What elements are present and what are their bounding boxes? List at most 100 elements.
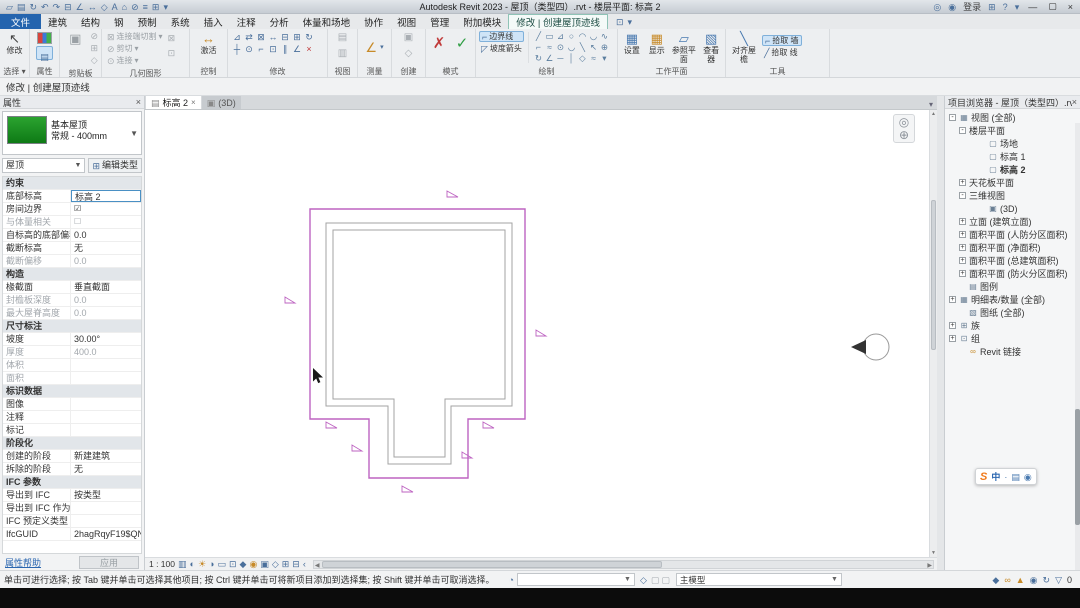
property-row[interactable]: IfcGUID 2hagRqyF19$QNb... <box>3 528 141 541</box>
default-3d-view-icon[interactable]: ⌂ <box>122 2 127 12</box>
split-icon[interactable]: ⊟ <box>279 31 291 43</box>
property-row[interactable]: 体积 <box>3 359 141 372</box>
tree-item[interactable]: ▧ 图纸 (全部) <box>945 306 1080 319</box>
tree-item[interactable]: + ⊡ 组 <box>945 332 1080 345</box>
finish-sketch-icon[interactable]: ✓ <box>452 31 472 57</box>
analytical-model-icon[interactable]: ◇ <box>272 559 279 569</box>
open-file-icon[interactable]: ▱ <box>6 2 13 12</box>
ribbon-tab[interactable]: 修改 | 创建屋顶迹线 <box>508 14 608 29</box>
property-row[interactable]: 约束 <box>3 177 141 190</box>
panel-label-draw[interactable]: 绘制 <box>476 66 617 77</box>
ribbon-state-icon[interactable]: ⊡ <box>616 17 624 27</box>
draw-more-icon[interactable]: ▾ <box>599 53 610 64</box>
ribbon-tab[interactable]: 注释 <box>230 14 263 29</box>
scroll-down-icon[interactable]: ▼ <box>930 550 937 556</box>
panel-label-tools[interactable]: 工具 <box>726 66 829 77</box>
tree-expander[interactable]: + <box>959 257 966 264</box>
hide-isolate-icon[interactable]: ◆ <box>240 559 247 569</box>
property-row[interactable]: 椽截面 垂直截面 <box>3 281 141 294</box>
scroll-left-icon[interactable]: ◀ <box>315 562 320 569</box>
customize-qat-icon[interactable]: ▾ <box>163 2 168 12</box>
design-option-select[interactable]: 主模型▼ <box>676 573 842 586</box>
crop-view-icon[interactable]: ▭ <box>217 559 226 569</box>
sogou-logo-icon[interactable]: S <box>980 471 987 483</box>
scroll-right-icon[interactable]: ▶ <box>927 562 932 569</box>
tree-expander[interactable]: + <box>959 231 966 238</box>
tree-item[interactable]: ▢ 标高 2 <box>945 163 1080 176</box>
measure-tool-icon[interactable]: ∠ <box>365 43 377 53</box>
tree-expander[interactable]: - <box>949 114 956 121</box>
pick-walls-icon[interactable]: ↖ <box>588 42 599 53</box>
cancel-sketch-icon[interactable]: ✗ <box>429 31 449 57</box>
fillet-arc-icon[interactable]: ⌐ <box>533 42 544 53</box>
panel-label-control[interactable]: 控制 <box>190 66 227 77</box>
warning-icon[interactable]: ▲ <box>1016 575 1025 585</box>
tree-expander[interactable]: + <box>949 296 956 303</box>
tree-expander[interactable]: + <box>949 335 956 342</box>
measure-icon[interactable]: ∠ <box>76 2 84 12</box>
ime-keyboard-icon[interactable]: ▤ <box>1011 472 1020 482</box>
extend-icon[interactable]: ↔ <box>267 31 279 43</box>
tag-by-category-icon[interactable]: ◇ <box>101 2 108 12</box>
rectangle-icon[interactable]: ▭ <box>544 31 555 42</box>
property-row[interactable]: 面积 <box>3 372 141 385</box>
panel-label-mode[interactable]: 模式 <box>426 66 475 77</box>
tangent-arc-icon[interactable]: ∿ <box>599 31 610 42</box>
panel-label-select[interactable]: 选择 ▾ <box>0 66 29 77</box>
pick-walls-button[interactable]: ⌐拾取 墙 <box>762 35 802 46</box>
tree-item[interactable]: + 面积平面 (净面积) <box>945 241 1080 254</box>
center-ends-arc-icon[interactable]: ◡ <box>588 31 599 42</box>
save-icon[interactable]: ▤ <box>17 2 26 12</box>
vertical-scrollbar[interactable]: ▲ ▼ <box>929 110 937 557</box>
browser-scrollbar[interactable] <box>1075 123 1080 570</box>
property-row[interactable]: 坡度 30.00° <box>3 333 141 346</box>
circle-icon[interactable]: ○ <box>566 31 577 42</box>
vcb-expand-icon[interactable]: ‹ <box>303 559 306 569</box>
redo-icon[interactable]: ↷ <box>53 2 61 12</box>
activate-dimensions-button[interactable]: ↔ 激活 <box>195 31 223 55</box>
aligned-dimension-icon[interactable]: ↔ <box>88 2 97 12</box>
tree-item[interactable]: ▢ 场地 <box>945 137 1080 150</box>
worksharing-icon[interactable]: ◆ <box>992 575 999 585</box>
tree-item[interactable]: + 面积平面 (防火分区面积) <box>945 267 1080 280</box>
property-row[interactable]: 与体量相关 ☐ <box>3 216 141 229</box>
view-tab-active[interactable]: ▤ 标高 2 × <box>146 96 201 109</box>
property-row[interactable]: 创建的阶段 新建建筑 <box>3 450 141 463</box>
worksharing-display-icon[interactable]: ▢ <box>651 575 660 585</box>
property-row[interactable]: IFC 参数 <box>3 476 141 489</box>
boundary-line-button[interactable]: ⌐边界线 <box>479 31 524 42</box>
scale-icon[interactable]: ⊡ <box>267 43 279 55</box>
show-workplane-button[interactable]: ▦ 显示 <box>646 31 668 55</box>
property-row[interactable]: IFC 预定义类型 <box>3 515 141 528</box>
constraints-icon[interactable]: ⊟ <box>292 559 300 569</box>
tree-item[interactable]: + 天花板平面 <box>945 176 1080 189</box>
workset-select[interactable]: ▼ <box>517 573 635 586</box>
view-tab-3d[interactable]: ▣ (3D) <box>202 96 241 109</box>
property-row[interactable]: 最大屋脊高度 0.0 <box>3 307 141 320</box>
panel-label-measure[interactable]: 测量 <box>358 66 391 77</box>
property-row[interactable]: 尺寸标注 <box>3 320 141 333</box>
type-selector-dropdown-icon[interactable]: ▼ <box>130 129 138 138</box>
view-scale[interactable]: 1 : 100 <box>149 559 175 569</box>
spline-icon[interactable]: ≈ <box>544 42 555 53</box>
tree-item[interactable]: + 面积平面 (人防分区面积) <box>945 228 1080 241</box>
tree-expander[interactable]: - <box>959 127 966 134</box>
paste-button[interactable]: ▣ <box>63 31 87 46</box>
property-row[interactable]: 导出到 IFC 作为 <box>3 502 141 515</box>
ribbon-tab[interactable]: 协作 <box>357 14 390 29</box>
pick-lines-icon[interactable]: ╲ <box>577 42 588 53</box>
align-eaves-button[interactable]: ╲ 对齐屋檐 <box>729 31 759 64</box>
apply-button[interactable]: 应用 <box>79 556 139 569</box>
vertical-scroll-thumb[interactable] <box>931 200 936 350</box>
steering-wheel-icon[interactable]: ◎ <box>899 117 909 127</box>
scroll-up-icon[interactable]: ▲ <box>930 111 937 117</box>
view-tab-overflow-icon[interactable]: ▾ <box>929 100 937 109</box>
worksets-icon[interactable]: ◔ <box>509 575 514 585</box>
ime-settings-icon[interactable]: ◉ <box>1024 472 1032 482</box>
print-icon[interactable]: ⊟ <box>64 2 72 12</box>
view-tab-close-icon[interactable]: × <box>191 98 196 107</box>
editing-requests-icon[interactable]: ◇ <box>640 575 647 585</box>
tree-expander[interactable]: + <box>959 179 966 186</box>
restore-button[interactable]: ▢ <box>1046 1 1059 12</box>
panel-label-create[interactable]: 创建 <box>392 66 425 77</box>
